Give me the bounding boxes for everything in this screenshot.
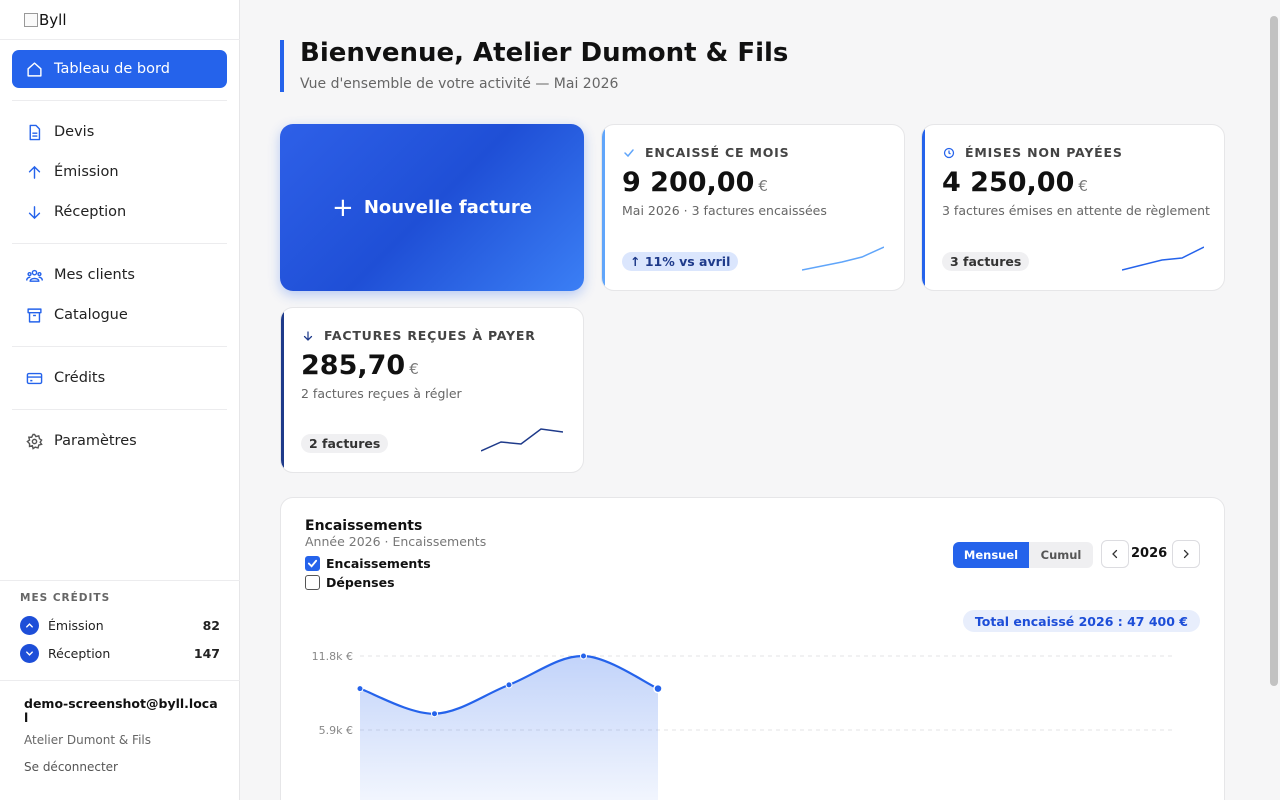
kpi-description: 2 factures reçues à régler (301, 386, 462, 401)
encaissements-chart: 11.8k € 5.9k € (312, 650, 1176, 800)
chevron-down-icon (20, 643, 39, 663)
sidebar-item-emission[interactable]: Émission (12, 153, 227, 191)
chart-data-point[interactable] (653, 683, 663, 694)
kpi-value: 4 250,00 € (942, 167, 1088, 198)
sidebar-item-reception[interactable]: Réception (12, 193, 227, 231)
kpi-amount: 9 200,00 (622, 167, 755, 198)
chevron-up-icon (20, 615, 39, 635)
kpi-value: 285,70 € (301, 350, 419, 381)
card-accent (922, 125, 925, 290)
kpi-label-text: ENCAISSÉ CE MOIS (645, 145, 790, 160)
credit-card-icon (26, 370, 43, 387)
kpi-label: ÉMISES NON PAYÉES (943, 145, 1123, 160)
chart-card: Encaissements Année 2026 · Encaissements… (280, 497, 1225, 800)
divider (12, 243, 227, 244)
credit-label: Réception (48, 645, 111, 661)
credits-title: MES CRÉDITS (20, 592, 111, 604)
kpi-label: ENCAISSÉ CE MOIS (623, 145, 789, 160)
page-title: Bienvenue, Atelier Dumont & Fils (300, 38, 789, 68)
kpi-trend-badge: ↑ 11% vs avril (622, 252, 739, 271)
kpi-currency: € (758, 177, 768, 195)
kpi-label: FACTURES REÇUES À PAYER (302, 328, 536, 343)
kpi-amount: 4 250,00 (942, 167, 1075, 198)
kpi-label-text: ÉMISES NON PAYÉES (965, 145, 1123, 160)
sidebar-item-label: Paramètres (54, 433, 137, 449)
credit-row-emission: Émission 82 (20, 614, 220, 636)
kpi-description: 3 factures émises en attente de règlemen… (942, 203, 1210, 218)
chart-data-point[interactable] (580, 652, 587, 660)
sidebar-item-devis[interactable]: Devis (12, 113, 227, 151)
card-accent (281, 308, 284, 472)
app-logo[interactable]: Byll (24, 10, 67, 30)
sidebar-item-label: Devis (54, 124, 95, 140)
chart-data-point[interactable] (431, 710, 438, 718)
sidebar-item-label: Crédits (54, 370, 106, 386)
kpi-amount: 285,70 (301, 350, 406, 381)
kpi-description: Mai 2026 · 3 factures encaissées (622, 203, 827, 218)
chart-area-fill (360, 655, 658, 800)
sidebar-item-label: Réception (54, 204, 127, 220)
kpi-card-collected: ENCAISSÉ CE MOIS 9 200,00 € Mai 2026 · 3 … (601, 124, 905, 291)
chart-data-point[interactable] (505, 681, 513, 689)
credit-row-reception: Réception 147 (20, 642, 220, 664)
users-icon (26, 267, 43, 284)
clock-icon (943, 147, 955, 159)
kpi-label-text: FACTURES REÇUES À PAYER (324, 328, 536, 343)
logout-link[interactable]: Se déconnecter (24, 760, 118, 774)
document-icon (26, 124, 43, 141)
arrow-up-icon (26, 164, 43, 181)
check-icon (623, 147, 635, 159)
kpi-currency: € (409, 360, 419, 378)
divider (0, 580, 240, 581)
sidebar-item-dashboard[interactable]: Tableau de bord (12, 50, 227, 88)
sidebar-item-settings[interactable]: Paramètres (12, 422, 227, 460)
page-scrollbar[interactable] (1270, 16, 1278, 686)
credit-label: Émission (48, 617, 104, 633)
kpi-count-badge: 2 factures (301, 434, 389, 453)
credit-count: 147 (193, 645, 220, 661)
new-invoice-label: Nouvelle facture (363, 197, 532, 218)
sidebar-item-label: Tableau de bord (54, 61, 170, 77)
plus-icon: + (332, 192, 354, 223)
kpi-card-received: FACTURES REÇUES À PAYER 285,70 € 2 factur… (280, 307, 584, 473)
kpi-currency: € (1078, 177, 1088, 195)
home-icon (26, 61, 43, 78)
new-invoice-button[interactable]: + Nouvelle facture (280, 124, 584, 291)
sidebar: Byll Tableau de bord Devis Émission Réce… (0, 0, 240, 800)
sidebar-item-label: Catalogue (54, 307, 128, 323)
chart-data-point[interactable] (356, 685, 364, 693)
archive-icon (26, 307, 43, 324)
divider (12, 100, 227, 101)
sidebar-item-catalogue[interactable]: Catalogue (12, 296, 227, 334)
kpi-count-badge: 3 factures (942, 252, 1030, 271)
sidebar-item-label: Mes clients (54, 267, 135, 283)
y-tick-label: 5.9k € (319, 724, 353, 737)
kpi-sparkline (802, 246, 884, 271)
header-accent-bar (280, 40, 284, 92)
divider (0, 680, 240, 681)
gear-icon (26, 433, 43, 450)
logo-alt-text: Byll (39, 11, 67, 29)
kpi-sparkline (481, 428, 563, 452)
kpi-sparkline (1122, 246, 1204, 271)
user-company: Atelier Dumont & Fils (24, 733, 152, 747)
user-email: demo-screenshot@byll.local (24, 696, 218, 725)
sidebar-item-credits[interactable]: Crédits (12, 359, 227, 397)
kpi-value: 9 200,00 € (622, 167, 768, 198)
divider (0, 39, 240, 40)
page-subtitle: Vue d'ensemble de votre activité — Mai 2… (300, 76, 619, 92)
arrow-down-icon (302, 330, 314, 342)
card-accent (602, 125, 605, 290)
divider (12, 409, 227, 410)
divider (12, 346, 227, 347)
sidebar-item-label: Émission (54, 164, 119, 180)
credit-count: 82 (202, 617, 220, 633)
kpi-card-unpaid: ÉMISES NON PAYÉES 4 250,00 € 3 factures é… (921, 124, 1225, 291)
y-tick-label: 11.8k € (312, 650, 353, 663)
sidebar-item-clients[interactable]: Mes clients (12, 256, 227, 294)
broken-image-icon (24, 13, 38, 27)
arrow-down-icon (26, 204, 43, 221)
